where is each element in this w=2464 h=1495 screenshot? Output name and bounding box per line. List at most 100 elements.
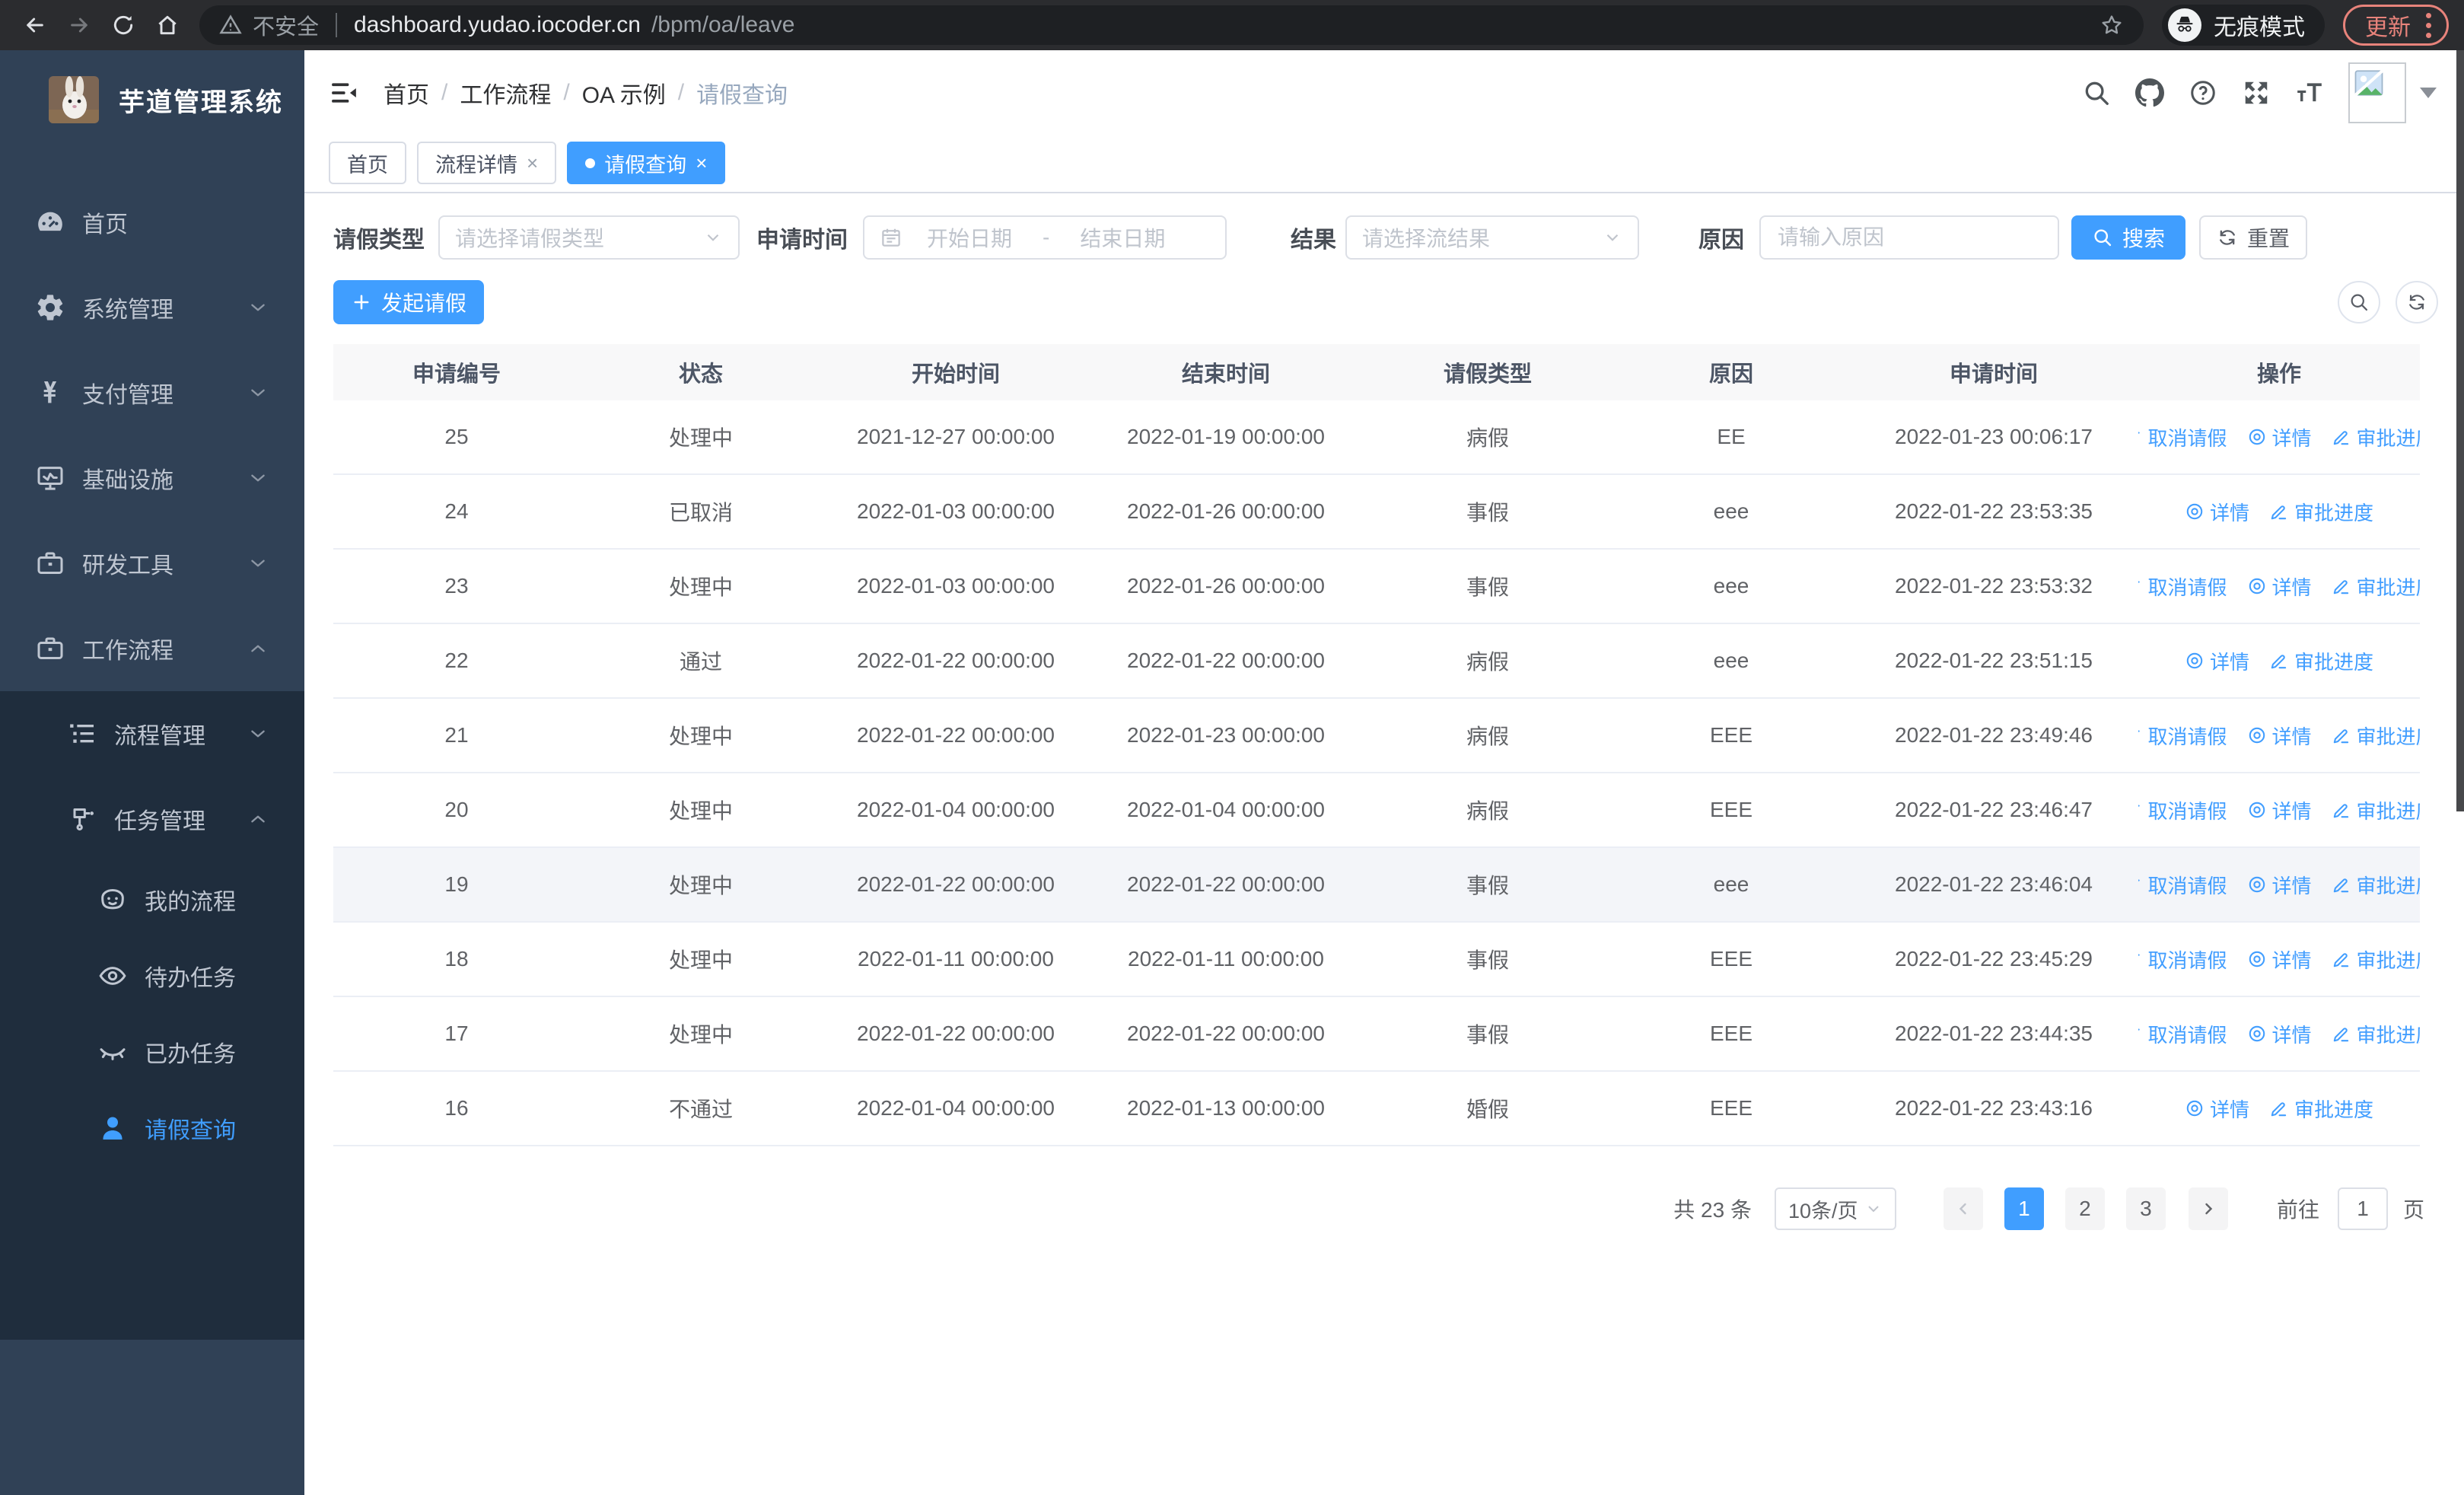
sidebar-item[interactable]: 流程管理: [0, 691, 304, 776]
address-bar[interactable]: 不安全 dashboard.yudao.iocoder.cn/bpm/oa/le…: [199, 5, 2144, 45]
browser-back-icon[interactable]: [15, 5, 55, 45]
sidebar-collapse-icon[interactable]: [327, 76, 361, 110]
action-label: 详情: [2271, 948, 2312, 972]
close-icon[interactable]: ×: [527, 153, 538, 173]
tab-process-detail[interactable]: 流程详情 ×: [417, 142, 557, 184]
action-link-detail[interactable]: 详情: [2247, 572, 2312, 601]
action-link-detail[interactable]: 详情: [2185, 1095, 2249, 1123]
action-link-cancel[interactable]: 取消请假: [2138, 423, 2227, 451]
page-content: 请假类型 请选择请假类型 申请时间 开始日期 - 结束日期 结果 请选择流结果 …: [304, 193, 2464, 1495]
action-link-detail[interactable]: 详情: [2247, 871, 2312, 899]
page-size-select[interactable]: 10条/页: [1774, 1187, 1896, 1230]
sidebar-item[interactable]: 待办任务: [0, 938, 304, 1014]
browser-forward-icon[interactable]: [59, 5, 99, 45]
view-icon: [2185, 502, 2205, 521]
logo-avatar: [49, 76, 99, 123]
sidebar-item[interactable]: 研发工具: [0, 521, 304, 606]
browser-reload-icon[interactable]: [103, 5, 143, 45]
table-row: 22 通过 2022-01-22 00:00:00 2022-01-22 00:00:…: [333, 624, 2420, 699]
sidebar-item[interactable]: 系统管理: [0, 265, 304, 350]
page-scrollbar[interactable]: [2456, 50, 2464, 811]
breadcrumb-workflow[interactable]: 工作流程: [460, 76, 551, 110]
fullscreen-icon[interactable]: [2239, 75, 2274, 110]
action-link-progress[interactable]: 审批进度: [2332, 796, 2420, 824]
github-icon[interactable]: [2132, 75, 2167, 110]
sidebar-item[interactable]: 我的流程: [0, 862, 304, 938]
user-avatar[interactable]: [2348, 62, 2406, 123]
monitor-icon: [33, 461, 67, 495]
search-button[interactable]: 搜索: [2071, 215, 2185, 260]
sidebar-item[interactable]: 首页: [0, 180, 304, 265]
sidebar-item-label: 请假查询: [145, 1118, 236, 1143]
cell-leave-type: 婚假: [1466, 1098, 1509, 1121]
date-range-picker[interactable]: 开始日期 - 结束日期: [863, 215, 1227, 260]
sidebar-item[interactable]: 工作流程: [0, 606, 304, 691]
pen-icon: [2332, 800, 2351, 820]
action-link-detail[interactable]: 详情: [2185, 647, 2249, 675]
prev-page-button[interactable]: [1943, 1187, 1983, 1230]
header-bar: 首页 / 工作流程 / OA 示例 / 请假查询: [304, 50, 2464, 135]
cell-end-time: 2022-01-26 00:00:00: [1127, 574, 1325, 598]
sidebar-item[interactable]: 已办任务: [0, 1014, 304, 1090]
action-link-progress[interactable]: 审批进度: [2332, 945, 2420, 974]
action-link-progress[interactable]: 审批进度: [2269, 647, 2373, 675]
refresh-button[interactable]: [2396, 281, 2438, 324]
action-link-progress[interactable]: 审批进度: [2332, 722, 2420, 750]
cell-apply-time: 2022-01-22 23:44:35: [1895, 1022, 2093, 1045]
bookmark-star-icon[interactable]: [2099, 13, 2124, 37]
close-icon[interactable]: ×: [696, 153, 707, 173]
sidebar-item[interactable]: 支付管理: [0, 350, 304, 435]
action-link-progress[interactable]: 审批进度: [2332, 871, 2420, 899]
column-header: 开始时间: [911, 362, 1000, 387]
action-link-progress[interactable]: 审批进度: [2269, 498, 2373, 526]
page-button-1[interactable]: 1: [2004, 1187, 2044, 1230]
action-link-detail[interactable]: 详情: [2247, 423, 2312, 451]
action-link-progress[interactable]: 审批进度: [2269, 1095, 2373, 1123]
action-link-cancel[interactable]: 取消请假: [2138, 572, 2227, 601]
action-link-progress[interactable]: 审批进度: [2332, 1020, 2420, 1048]
action-link-cancel[interactable]: 取消请假: [2138, 945, 2227, 974]
cell-actions: 取消请假 详情 审批进度: [2138, 572, 2420, 601]
page-button-3[interactable]: 3: [2125, 1187, 2166, 1230]
tab-home[interactable]: 首页: [329, 142, 406, 184]
action-link-detail[interactable]: 详情: [2247, 722, 2312, 750]
breadcrumb-home[interactable]: 首页: [384, 76, 429, 110]
breadcrumb-oa[interactable]: OA 示例: [582, 76, 666, 110]
table-body: 25 处理中 2021-12-27 00:00:00 2022-01-19 00:00…: [333, 400, 2420, 1146]
cell-apply-time: 2022-01-22 23:51:15: [1895, 649, 2093, 672]
action-link-detail[interactable]: 详情: [2185, 498, 2249, 526]
page-button-2[interactable]: 2: [2064, 1187, 2105, 1230]
cell-apply-time: 2022-01-23 00:06:17: [1895, 425, 2093, 448]
cell-status: 处理中: [668, 874, 733, 897]
leave-type-select[interactable]: 请选择请假类型: [438, 215, 740, 260]
action-link-progress[interactable]: 审批进度: [2332, 572, 2420, 601]
help-icon[interactable]: [2185, 75, 2220, 110]
browser-menu-icon[interactable]: [2426, 12, 2431, 38]
sidebar-item[interactable]: 任务管理: [0, 776, 304, 862]
action-link-detail[interactable]: 详情: [2247, 796, 2312, 824]
action-link-progress[interactable]: 审批进度: [2332, 423, 2420, 451]
action-link-detail[interactable]: 详情: [2247, 1020, 2312, 1048]
reason-input[interactable]: [1776, 225, 2042, 250]
sidebar-item[interactable]: 请假查询: [0, 1090, 304, 1166]
sidebar-item[interactable]: 基础设施: [0, 435, 304, 521]
reset-button[interactable]: 重置: [2199, 215, 2307, 260]
action-link-cancel[interactable]: 取消请假: [2138, 1020, 2227, 1048]
avatar-caret-icon[interactable]: [2420, 88, 2437, 98]
toggle-search-button[interactable]: [2338, 281, 2380, 324]
browser-home-icon[interactable]: [148, 5, 187, 45]
goto-page-input[interactable]: [2337, 1187, 2388, 1230]
cell-end-time: 2022-01-13 00:00:00: [1127, 1096, 1325, 1120]
search-icon[interactable]: [2079, 75, 2114, 110]
create-leave-button[interactable]: 发起请假: [333, 280, 484, 324]
cell-actions: 详情 审批进度: [2138, 1095, 2420, 1123]
font-size-icon[interactable]: [2292, 75, 2327, 110]
browser-update-button[interactable]: 更新: [2343, 5, 2449, 46]
action-link-detail[interactable]: 详情: [2247, 945, 2312, 974]
action-link-cancel[interactable]: 取消请假: [2138, 722, 2227, 750]
action-link-cancel[interactable]: 取消请假: [2138, 871, 2227, 899]
next-page-button[interactable]: [2188, 1187, 2228, 1230]
result-select[interactable]: 请选择流结果: [1345, 215, 1639, 260]
tab-leave-query[interactable]: 请假查询 ×: [567, 142, 726, 184]
action-link-cancel[interactable]: 取消请假: [2138, 796, 2227, 824]
